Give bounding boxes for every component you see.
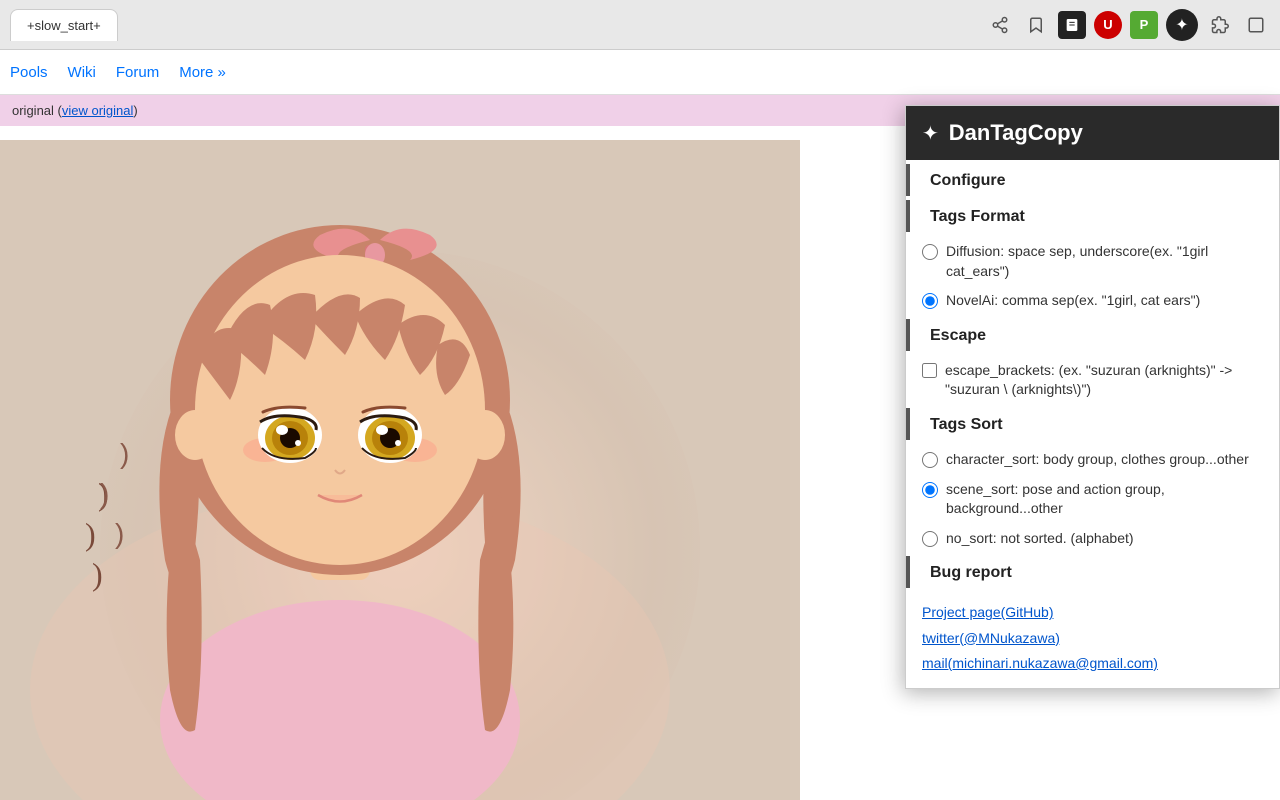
- browser-bar: +slow_start+ U P: [0, 0, 1280, 50]
- escape-brackets-checkbox[interactable]: [922, 363, 937, 378]
- swirl-decoration-2: ): [100, 478, 109, 510]
- bookmark-icon[interactable]: [1022, 11, 1050, 39]
- nav-forum[interactable]: Forum: [116, 59, 159, 86]
- svg-text:): ): [85, 516, 96, 552]
- scene-sort-option: scene_sort: pose and action group, backg…: [906, 474, 1279, 523]
- share-icon[interactable]: [986, 11, 1014, 39]
- diffusion-option: Diffusion: space sep, underscore(ex. "1g…: [906, 236, 1279, 285]
- diffusion-radio[interactable]: [922, 244, 938, 260]
- scene-sort-radio[interactable]: [922, 482, 938, 498]
- character-illustration: ) ) ): [0, 140, 800, 800]
- ublock-icon[interactable]: U: [1094, 11, 1122, 39]
- escape-section-title: Escape: [906, 319, 1279, 351]
- notice-text-after: ): [133, 103, 137, 118]
- browser-icons: U P ✦: [986, 9, 1270, 41]
- extensions-puzzle-icon[interactable]: [1206, 11, 1234, 39]
- swirl-decoration-1: ): [120, 438, 129, 470]
- novelai-radio[interactable]: [922, 293, 938, 309]
- tags-format-title: Tags Format: [906, 200, 1279, 232]
- popup-panel: ✦ DanTagCopy Configure Tags Format Diffu…: [905, 105, 1280, 689]
- no-sort-option: no_sort: not sorted. (alphabet): [906, 523, 1279, 553]
- novelai-option: NovelAi: comma sep(ex. "1girl, cat ears"…: [906, 285, 1279, 315]
- character-sort-option: character_sort: body group, clothes grou…: [906, 444, 1279, 474]
- project-page-link[interactable]: Project page(GitHub): [922, 600, 1263, 625]
- browser-tab[interactable]: +slow_start+: [10, 9, 118, 41]
- readwise-extension-icon[interactable]: [1058, 11, 1086, 39]
- character-sort-radio[interactable]: [922, 452, 938, 468]
- diffusion-label[interactable]: Diffusion: space sep, underscore(ex. "1g…: [946, 242, 1263, 281]
- scene-sort-label[interactable]: scene_sort: pose and action group, backg…: [946, 480, 1263, 519]
- active-extension-icon[interactable]: ✦: [1166, 9, 1198, 41]
- configure-section-title: Configure: [906, 164, 1279, 196]
- nav-links: Pools Wiki Forum More »: [10, 59, 226, 86]
- mail-link[interactable]: mail(michinari.nukazawa@gmail.com): [922, 651, 1263, 676]
- bug-report-title: Bug report: [906, 556, 1279, 588]
- escape-brackets-label[interactable]: escape_brackets: (ex. "suzuran (arknight…: [945, 361, 1263, 400]
- twitter-link[interactable]: twitter(@MNukazawa): [922, 626, 1263, 651]
- nav-bar: Pools Wiki Forum More »: [0, 50, 1280, 95]
- image-area: ) ) ): [0, 140, 800, 800]
- view-original-link[interactable]: view original: [62, 103, 134, 118]
- new-window-icon[interactable]: [1242, 11, 1270, 39]
- swirl-decoration-3: ): [115, 518, 124, 550]
- bug-report-section: Project page(GitHub) twitter(@MNukazawa)…: [906, 592, 1279, 688]
- popup-header-icon: ✦: [922, 121, 939, 146]
- nav-more[interactable]: More »: [179, 64, 226, 81]
- no-sort-label[interactable]: no_sort: not sorted. (alphabet): [946, 529, 1134, 549]
- novelai-label[interactable]: NovelAi: comma sep(ex. "1girl, cat ears"…: [946, 291, 1200, 311]
- page-content: Pools Wiki Forum More » original (view o…: [0, 50, 1280, 800]
- popup-scroll: ✦ DanTagCopy Configure Tags Format Diffu…: [906, 106, 1279, 688]
- popup-title: DanTagCopy: [949, 120, 1083, 146]
- popup-header: ✦ DanTagCopy: [906, 106, 1279, 160]
- character-sort-label[interactable]: character_sort: body group, clothes grou…: [946, 450, 1249, 470]
- svg-text:): ): [92, 556, 103, 592]
- no-sort-radio[interactable]: [922, 531, 938, 547]
- p-extension-icon[interactable]: P: [1130, 11, 1158, 39]
- nav-pools[interactable]: Pools: [10, 59, 48, 86]
- escape-brackets-option: escape_brackets: (ex. "suzuran (arknight…: [906, 355, 1279, 404]
- nav-wiki[interactable]: Wiki: [68, 59, 96, 86]
- notice-text: original (: [12, 103, 62, 118]
- tags-sort-title: Tags Sort: [906, 408, 1279, 440]
